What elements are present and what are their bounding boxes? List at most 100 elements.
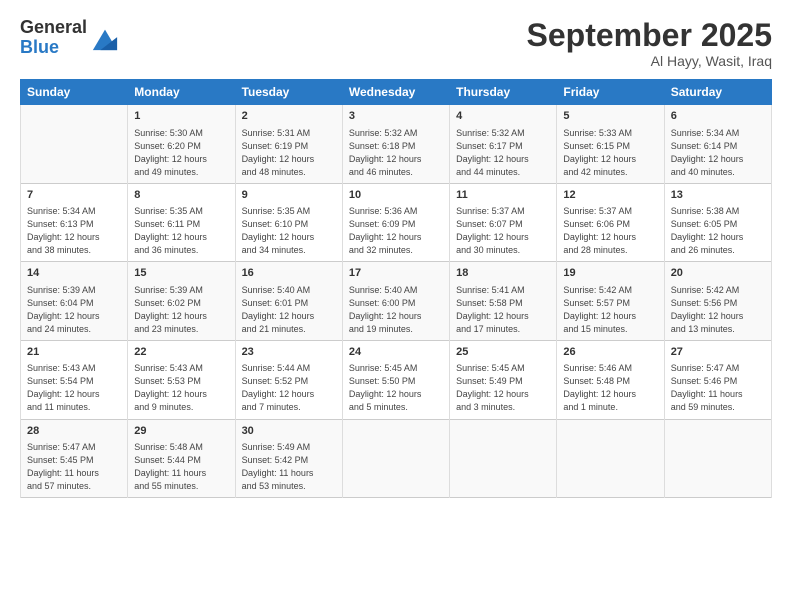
day-cell [450,419,557,498]
day-number: 23 [242,345,336,360]
day-cell: 25 Sunrise: 5:45 AMSunset: 5:49 PMDayligh… [450,340,557,419]
day-info: Sunrise: 5:42 AMSunset: 5:56 PMDaylight:… [671,284,765,336]
week-row-1: 1 Sunrise: 5:30 AMSunset: 6:20 PMDaylight… [21,105,772,184]
day-number: 24 [349,345,443,360]
day-cell: 2 Sunrise: 5:31 AMSunset: 6:19 PMDaylight… [235,105,342,184]
logo-blue: Blue [20,38,87,58]
day-info: Sunrise: 5:46 AMSunset: 5:48 PMDaylight:… [563,362,657,414]
day-number: 8 [134,188,228,203]
week-row-3: 14Sunrise: 5:39 AMSunset: 6:04 PMDayligh… [21,262,772,341]
day-cell: 9 Sunrise: 5:35 AMSunset: 6:10 PMDaylight… [235,183,342,262]
day-info: Sunrise: 5:40 AMSunset: 6:01 PMDaylight:… [242,284,336,336]
day-number: 1 [134,109,228,124]
day-number: 3 [349,109,443,124]
day-number: 5 [563,109,657,124]
day-number: 12 [563,188,657,203]
day-info: Sunrise: 5:34 AMSunset: 6:13 PMDaylight:… [27,205,121,257]
logo-general: General [20,18,87,38]
day-number: 18 [456,266,550,281]
day-cell: 12 Sunrise: 5:37 AMSunset: 6:06 PMDayligh… [557,183,664,262]
logo-text: General Blue [20,18,87,58]
col-wednesday: Wednesday [342,80,449,105]
day-info: Sunrise: 5:39 AMSunset: 6:04 PMDaylight:… [27,284,121,336]
day-cell: 23 Sunrise: 5:44 AMSunset: 5:52 PMDayligh… [235,340,342,419]
day-cell: 26 Sunrise: 5:46 AMSunset: 5:48 PMDayligh… [557,340,664,419]
day-cell: 4 Sunrise: 5:32 AMSunset: 6:17 PMDaylight… [450,105,557,184]
day-number: 7 [27,188,121,203]
header: General Blue September 2025 Al Hayy, Was… [20,18,772,69]
day-number: 4 [456,109,550,124]
day-number: 30 [242,424,336,439]
day-number: 15 [134,266,228,281]
logo-icon [91,24,119,52]
week-row-2: 7 Sunrise: 5:34 AMSunset: 6:13 PMDaylight… [21,183,772,262]
day-number: 21 [27,345,121,360]
day-info: Sunrise: 5:42 AMSunset: 5:57 PMDaylight:… [563,284,657,336]
day-info: Sunrise: 5:43 AMSunset: 5:54 PMDaylight:… [27,362,121,414]
day-number: 16 [242,266,336,281]
day-info: Sunrise: 5:38 AMSunset: 6:05 PMDaylight:… [671,205,765,257]
day-cell: 1 Sunrise: 5:30 AMSunset: 6:20 PMDaylight… [128,105,235,184]
day-cell: 10Sunrise: 5:36 AMSunset: 6:09 PMDayligh… [342,183,449,262]
day-cell [557,419,664,498]
day-info: Sunrise: 5:45 AMSunset: 5:49 PMDaylight:… [456,362,550,414]
day-cell: 24 Sunrise: 5:45 AMSunset: 5:50 PMDayligh… [342,340,449,419]
day-info: Sunrise: 5:45 AMSunset: 5:50 PMDaylight:… [349,362,443,414]
logo: General Blue [20,18,119,58]
col-sunday: Sunday [21,80,128,105]
day-cell: 8 Sunrise: 5:35 AMSunset: 6:11 PMDaylight… [128,183,235,262]
day-cell: 3 Sunrise: 5:32 AMSunset: 6:18 PMDaylight… [342,105,449,184]
day-number: 29 [134,424,228,439]
day-info: Sunrise: 5:31 AMSunset: 6:19 PMDaylight:… [242,127,336,179]
week-row-4: 21 Sunrise: 5:43 AMSunset: 5:54 PMDayligh… [21,340,772,419]
day-number: 19 [563,266,657,281]
day-cell: 27 Sunrise: 5:47 AMSunset: 5:46 PMDayligh… [664,340,771,419]
day-cell: 20Sunrise: 5:42 AMSunset: 5:56 PMDayligh… [664,262,771,341]
day-info: Sunrise: 5:47 AMSunset: 5:46 PMDaylight:… [671,362,765,414]
header-row: Sunday Monday Tuesday Wednesday Thursday… [21,80,772,105]
day-cell: 30Sunrise: 5:49 AMSunset: 5:42 PMDayligh… [235,419,342,498]
day-info: Sunrise: 5:30 AMSunset: 6:20 PMDaylight:… [134,127,228,179]
day-info: Sunrise: 5:37 AMSunset: 6:06 PMDaylight:… [563,205,657,257]
col-thursday: Thursday [450,80,557,105]
day-number: 22 [134,345,228,360]
day-cell: 19 Sunrise: 5:42 AMSunset: 5:57 PMDayligh… [557,262,664,341]
day-cell: 28Sunrise: 5:47 AMSunset: 5:45 PMDayligh… [21,419,128,498]
day-number: 13 [671,188,765,203]
day-info: Sunrise: 5:32 AMSunset: 6:18 PMDaylight:… [349,127,443,179]
day-info: Sunrise: 5:34 AMSunset: 6:14 PMDaylight:… [671,127,765,179]
day-info: Sunrise: 5:33 AMSunset: 6:15 PMDaylight:… [563,127,657,179]
day-number: 10 [349,188,443,203]
day-info: Sunrise: 5:43 AMSunset: 5:53 PMDaylight:… [134,362,228,414]
day-number: 2 [242,109,336,124]
day-number: 25 [456,345,550,360]
day-cell: 14Sunrise: 5:39 AMSunset: 6:04 PMDayligh… [21,262,128,341]
title-block: September 2025 Al Hayy, Wasit, Iraq [527,18,772,69]
col-saturday: Saturday [664,80,771,105]
day-info: Sunrise: 5:35 AMSunset: 6:11 PMDaylight:… [134,205,228,257]
day-number: 9 [242,188,336,203]
day-info: Sunrise: 5:44 AMSunset: 5:52 PMDaylight:… [242,362,336,414]
day-cell: 7 Sunrise: 5:34 AMSunset: 6:13 PMDaylight… [21,183,128,262]
week-row-5: 28Sunrise: 5:47 AMSunset: 5:45 PMDayligh… [21,419,772,498]
day-info: Sunrise: 5:35 AMSunset: 6:10 PMDaylight:… [242,205,336,257]
day-info: Sunrise: 5:39 AMSunset: 6:02 PMDaylight:… [134,284,228,336]
day-cell: 16 Sunrise: 5:40 AMSunset: 6:01 PMDayligh… [235,262,342,341]
calendar-table: Sunday Monday Tuesday Wednesday Thursday… [20,79,772,498]
day-number: 27 [671,345,765,360]
day-cell: 18Sunrise: 5:41 AMSunset: 5:58 PMDayligh… [450,262,557,341]
day-info: Sunrise: 5:32 AMSunset: 6:17 PMDaylight:… [456,127,550,179]
day-cell: 15 Sunrise: 5:39 AMSunset: 6:02 PMDayligh… [128,262,235,341]
day-cell: 21 Sunrise: 5:43 AMSunset: 5:54 PMDayligh… [21,340,128,419]
day-cell: 11Sunrise: 5:37 AMSunset: 6:07 PMDayligh… [450,183,557,262]
day-info: Sunrise: 5:48 AMSunset: 5:44 PMDaylight:… [134,441,228,493]
day-number: 26 [563,345,657,360]
day-cell [664,419,771,498]
page: General Blue September 2025 Al Hayy, Was… [0,0,792,612]
col-tuesday: Tuesday [235,80,342,105]
day-info: Sunrise: 5:37 AMSunset: 6:07 PMDaylight:… [456,205,550,257]
day-cell: 6Sunrise: 5:34 AMSunset: 6:14 PMDaylight… [664,105,771,184]
location: Al Hayy, Wasit, Iraq [527,53,772,69]
day-cell: 5 Sunrise: 5:33 AMSunset: 6:15 PMDaylight… [557,105,664,184]
day-cell: 17Sunrise: 5:40 AMSunset: 6:00 PMDayligh… [342,262,449,341]
